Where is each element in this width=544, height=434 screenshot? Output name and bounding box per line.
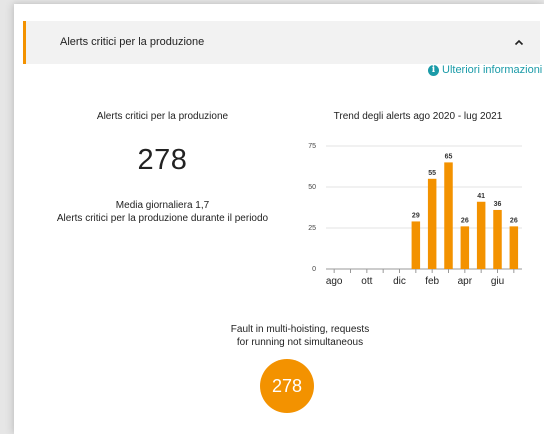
accordion-header[interactable]: Alerts critici per la produzione	[23, 21, 540, 64]
fault-line-1: Fault in multi-hoisting, requests	[230, 324, 370, 335]
x-tick-label: dic	[393, 276, 406, 287]
kpi-value: 278	[137, 144, 188, 176]
y-tick-label: 0	[312, 266, 316, 273]
fault-line-2: for running not simultaneous	[236, 337, 364, 348]
daily-average: Media giornaliera 1,7	[115, 200, 210, 211]
data-label: 26	[510, 217, 518, 224]
accordion-title: Alerts critici per la produzione	[60, 36, 205, 48]
y-tick-label: 50	[308, 184, 316, 191]
bar	[493, 209, 502, 269]
data-label: 65	[445, 153, 453, 160]
bar	[509, 226, 519, 269]
bar	[460, 226, 470, 269]
data-label: 36	[494, 201, 502, 208]
data-label: 29	[412, 212, 420, 219]
x-tick-label: feb	[425, 276, 439, 287]
x-tick-label: giu	[491, 276, 504, 287]
fault-count-badge: 278	[260, 359, 314, 413]
x-tick-label: ott	[361, 276, 372, 287]
accent-bar	[23, 21, 26, 64]
bar	[476, 201, 486, 269]
trend-chart: 0 25 50 75 29 55 65 26 41 36 26 ago ott dic feb apr giu	[308, 143, 522, 287]
x-tick-label: ago	[326, 276, 343, 287]
chevron-up-icon[interactable]	[512, 35, 526, 49]
bar	[427, 178, 437, 269]
data-label: 26	[461, 217, 469, 224]
period-description: Alerts critici per la produzione durante…	[56, 213, 269, 224]
y-tick-label: 25	[308, 225, 316, 232]
kpi-subtitle: Media giornaliera 1,7 Alerts critici per…	[35, 199, 290, 225]
x-tick-label: apr	[458, 276, 473, 287]
more-info-label: Ulteriori informazioni	[442, 64, 543, 76]
fault-description: Fault in multi-hoisting, requests for ru…	[170, 323, 430, 349]
bar	[411, 221, 421, 269]
data-label: 41	[477, 193, 485, 200]
kpi-title: Alerts critici per la produzione	[96, 111, 229, 122]
more-info-link[interactable]: i Ulteriori informazioni	[428, 63, 542, 77]
bar	[444, 162, 453, 269]
data-label: 55	[428, 170, 436, 177]
chart-title: Trend degli alerts ago 2020 - lug 2021	[333, 111, 503, 122]
y-tick-label: 75	[308, 143, 316, 150]
info-icon: i	[428, 64, 439, 76]
